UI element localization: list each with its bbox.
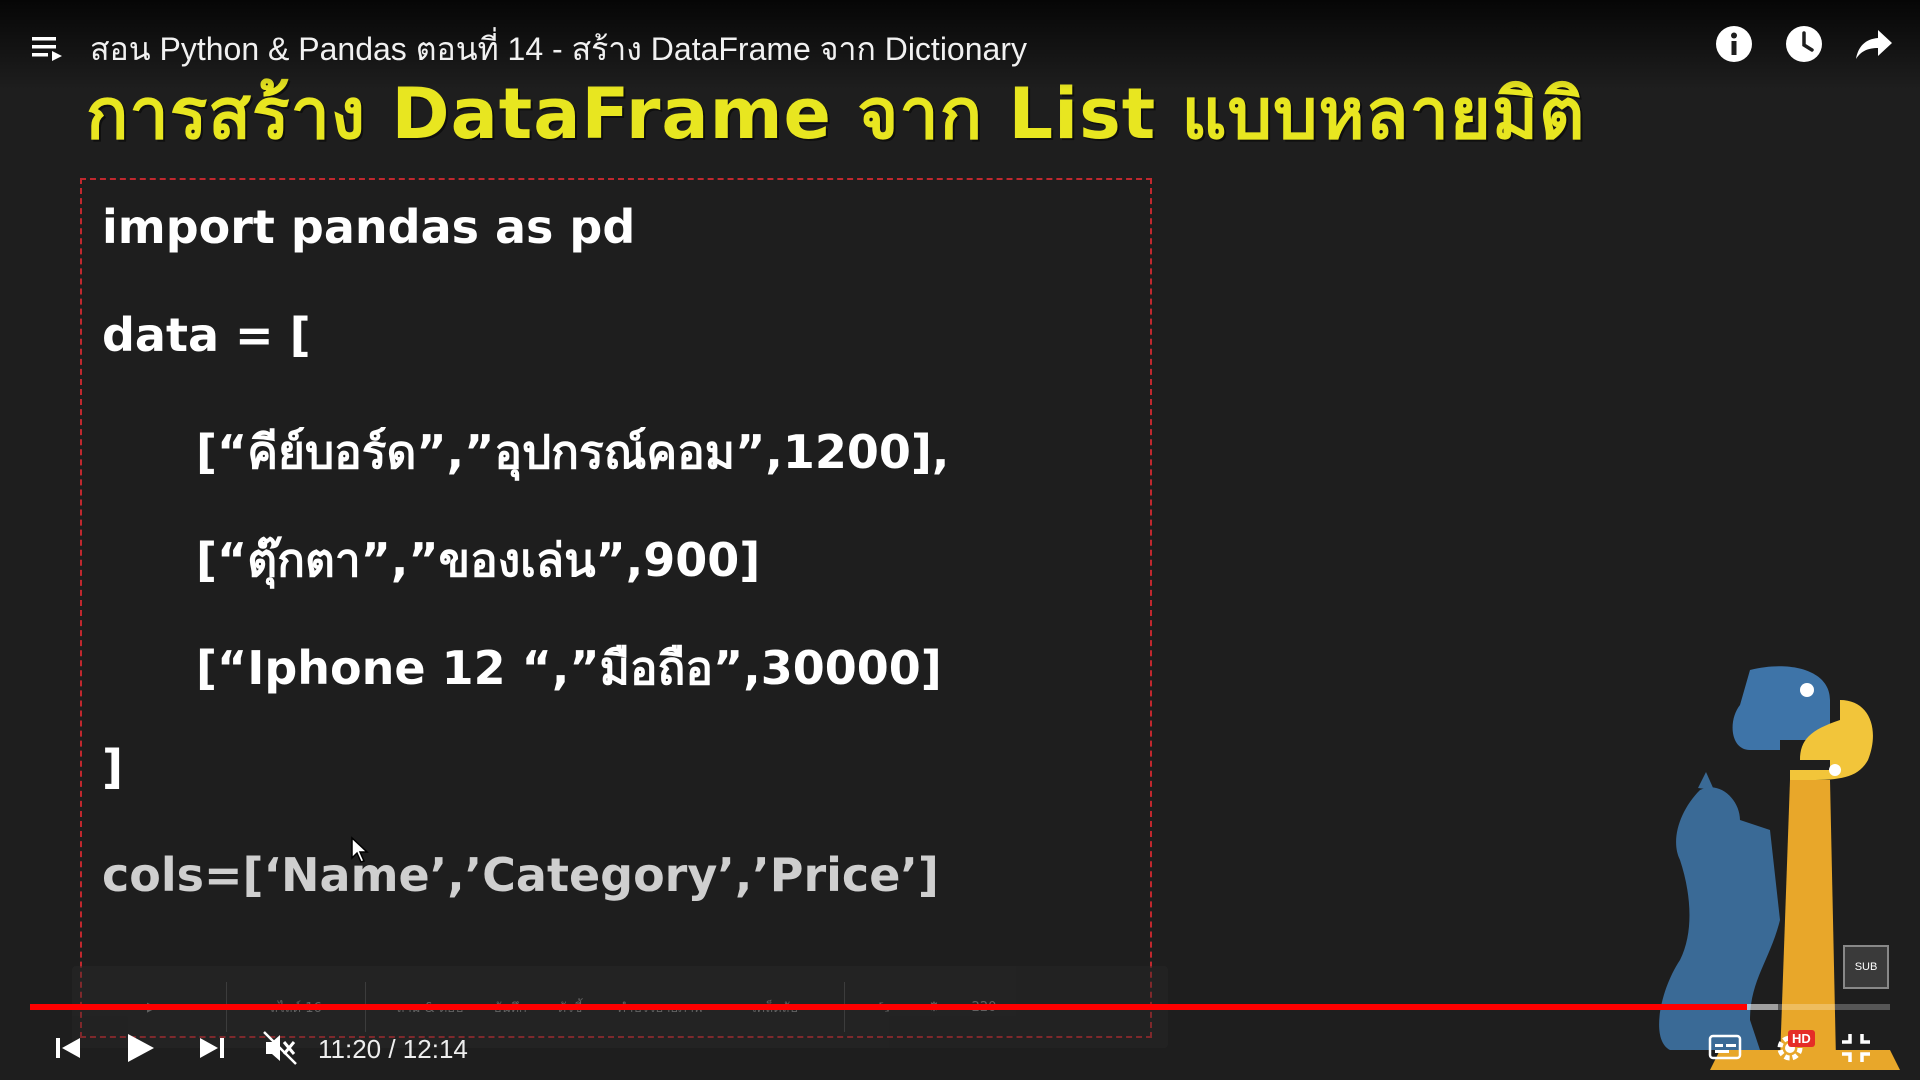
- code-line-import: import pandas as pd: [102, 200, 636, 254]
- play-icon[interactable]: [122, 1028, 158, 1068]
- watch-later-icon[interactable]: [1784, 24, 1824, 64]
- code-line-row-3: [“Iphone 12 “,”มือถือ”,30000]: [196, 641, 942, 695]
- hd-badge: HD: [1788, 1030, 1815, 1047]
- code-box: [80, 178, 1152, 1038]
- captions-icon[interactable]: [1708, 1032, 1742, 1062]
- muted-volume-icon[interactable]: [262, 1028, 298, 1068]
- code-line-row-1: [“คีย์บอร์ด”,”อุปกรณ์คอม”,1200],: [196, 425, 950, 479]
- code-line-cols: cols=[‘Name’,’Category’,’Price’]: [102, 848, 939, 902]
- video-title[interactable]: สอน Python & Pandas ตอนที่ 14 - สร้าง Da…: [90, 24, 1027, 75]
- time-display: 11:20 / 12:14: [318, 1034, 468, 1064]
- player-controls: 11:20 / 12:14 HD: [0, 1020, 1920, 1080]
- code-line-data-open: data = [: [102, 308, 311, 362]
- video-frame[interactable]: การสร้าง DataFrame จาก List แบบหลายมิติ …: [0, 0, 1920, 1080]
- progress-played: [30, 1004, 1747, 1010]
- player-top-bar: สอน Python & Pandas ตอนที่ 14 - สร้าง Da…: [0, 0, 1920, 90]
- mouse-cursor-icon: [351, 836, 369, 863]
- info-icon[interactable]: [1714, 24, 1754, 64]
- next-icon[interactable]: [196, 1028, 228, 1068]
- python-logo-mascot: [1659, 666, 1900, 1070]
- code-line-data-close: ]: [102, 740, 124, 794]
- subtitle-badge: SUB: [1843, 945, 1889, 989]
- playlist-icon[interactable]: [30, 30, 66, 66]
- code-line-row-2: [“ตุ๊กตา”,”ของเล่น”,900]: [196, 533, 761, 587]
- previous-icon[interactable]: [52, 1028, 84, 1068]
- share-icon[interactable]: [1854, 24, 1894, 64]
- exit-fullscreen-icon[interactable]: [1840, 1032, 1872, 1064]
- progress-bar[interactable]: [30, 1004, 1890, 1010]
